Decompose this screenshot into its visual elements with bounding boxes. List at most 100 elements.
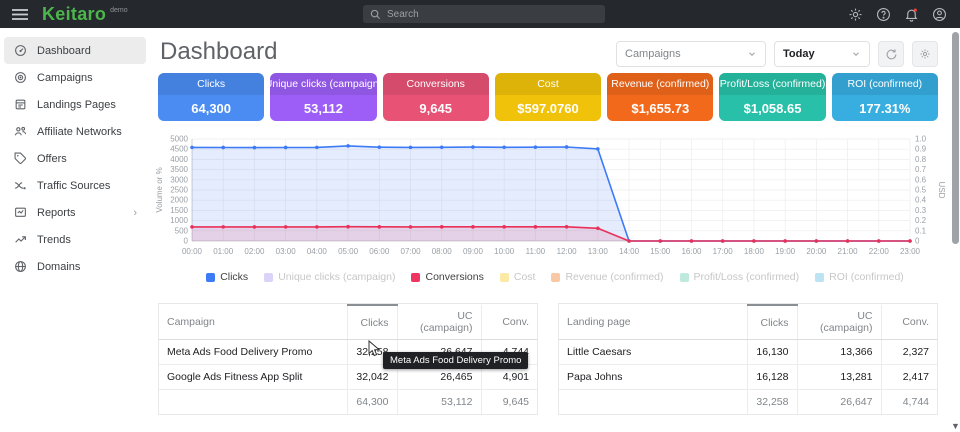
search-input[interactable] [387,9,587,20]
totals-row: 32,258 26,647 4,744 [559,390,937,415]
chevron-down-icon [851,49,861,59]
svg-text:0.1: 0.1 [915,226,927,235]
svg-text:500: 500 [175,226,189,235]
sidebar-item-dashboard[interactable]: Dashboard [4,37,146,64]
column-header-clicks[interactable]: Clicks [347,305,397,340]
legend-item[interactable]: Cost [500,271,536,283]
campaigns-filter-value: Campaigns [625,48,681,60]
svg-text:10:00: 10:00 [494,247,515,256]
page-scrollbar: ▼ [950,28,960,432]
scrollbar-thumb[interactable] [952,32,959,244]
sidebar-item-label: Affiliate Networks [37,126,122,138]
svg-text:07:00: 07:00 [401,247,422,256]
legend-item[interactable]: Profit/Loss (confirmed) [680,271,800,283]
metric-card-clicks: Clicks 64,300 [158,73,264,121]
hover-tooltip: Meta Ads Food Delivery Promo [383,352,528,369]
scroll-down-arrow[interactable]: ▼ [951,421,959,431]
svg-text:0.5: 0.5 [915,186,927,195]
svg-text:01:00: 01:00 [213,247,234,256]
refresh-button[interactable] [878,41,904,67]
account-icon[interactable] [932,7,947,22]
cell-uc: 13,281 [797,365,881,390]
metric-card-conversions: Conversions 9,645 [383,73,489,121]
metric-label: Cost [495,73,601,95]
svg-text:20:00: 20:00 [806,247,827,256]
gear-icon [919,48,931,60]
sidebar-item-affiliate-networks[interactable]: Affiliate Networks [4,118,146,145]
notifications-icon[interactable] [904,7,919,22]
svg-text:18:00: 18:00 [744,247,765,256]
menu-icon[interactable] [12,8,28,21]
column-header-conv[interactable]: Conv. [481,305,537,340]
landing-page-name[interactable]: Papa Johns [559,365,747,390]
keitaro-logo[interactable]: Keitaro [42,4,106,25]
svg-text:03:00: 03:00 [276,247,297,256]
column-header-campaign[interactable]: Campaign [159,305,347,340]
legend-item[interactable]: Revenue (confirmed) [551,271,663,283]
legend-item[interactable]: Clicks [206,271,248,283]
metric-cards: Clicks 64,300 Unique clicks (campaign) 5… [158,73,938,121]
sidebar-item-offers[interactable]: Offers [4,145,146,172]
campaigns-filter-select[interactable]: Campaigns [616,41,766,67]
settings-icon[interactable] [848,7,863,22]
sidebar-item-traffic-sources[interactable]: Traffic Sources [4,172,146,199]
column-header-uc-campaign[interactable]: UC (campaign) [797,305,881,340]
sidebar-item-domains[interactable]: Domains [4,253,146,280]
total-uc: 26,647 [797,390,881,415]
column-header-clicks[interactable]: Clicks [747,305,797,340]
target-icon [13,71,27,84]
main-content: Dashboard Campaigns Today Clicks 64,300 [150,28,960,432]
svg-text:15:00: 15:00 [650,247,671,256]
sidebar-item-label: Offers [37,153,67,165]
svg-text:2500: 2500 [170,186,188,195]
svg-text:4000: 4000 [170,155,188,164]
total-clicks: 32,258 [747,390,797,415]
sidebar-item-reports[interactable]: Reports › [4,199,146,226]
search-bar[interactable] [363,5,605,23]
svg-text:12:00: 12:00 [557,247,578,256]
metric-label: Revenue (confirmed) [607,73,713,95]
search-icon [370,9,381,20]
legend-item[interactable]: ROI (confirmed) [815,271,904,283]
date-range-value: Today [783,48,815,60]
svg-text:04:00: 04:00 [307,247,328,256]
sidebar-item-trends[interactable]: Trends [4,226,146,253]
svg-text:1000: 1000 [170,216,188,225]
dashboard-settings-button[interactable] [912,41,938,67]
date-range-select[interactable]: Today [774,41,870,67]
sidebar: Dashboard Campaigns Landings Pages Affil… [0,28,150,432]
legend-item[interactable]: Conversions [411,271,483,283]
svg-text:13:00: 13:00 [588,247,609,256]
gauge-icon [13,44,27,57]
metric-label: Unique clicks (campaign) [270,73,376,95]
total-conv: 4,744 [881,390,937,415]
svg-text:1.0: 1.0 [915,135,927,144]
column-header-uc-campaign[interactable]: UC (campaign) [397,305,481,340]
traffic-chart: 00:0001:0002:0003:0004:0005:0006:0007:00… [152,129,946,259]
metric-label: ROI (confirmed) [832,73,938,95]
legend-label: Profit/Loss (confirmed) [694,271,800,283]
campaign-name[interactable]: Meta Ads Food Delivery Promo [159,340,347,365]
svg-text:USD: USD [937,182,946,199]
sidebar-item-label: Trends [37,234,71,246]
legend-item[interactable]: Unique clicks (campaign) [264,271,395,283]
demo-badge: demo [110,7,128,14]
sidebar-item-landings-pages[interactable]: Landings Pages [4,91,146,118]
table-row: Little Caesars 16,130 13,366 2,327 [559,340,937,365]
landing-page-name[interactable]: Little Caesars [559,340,747,365]
document-icon [13,98,27,111]
sidebar-item-campaigns[interactable]: Campaigns [4,64,146,91]
svg-text:14:00: 14:00 [619,247,640,256]
column-header-landing-page[interactable]: Landing page [559,305,747,340]
svg-text:1500: 1500 [170,206,188,215]
legend-swatch [264,273,273,282]
svg-text:05:00: 05:00 [338,247,359,256]
column-header-conv[interactable]: Conv. [881,305,937,340]
metric-card-revenue: Revenue (confirmed) $1,655.73 [607,73,713,121]
sidebar-item-label: Campaigns [37,72,93,84]
help-icon[interactable] [876,7,891,22]
mouse-cursor [368,340,381,357]
legend-swatch [206,273,215,282]
svg-text:09:00: 09:00 [463,247,484,256]
campaign-name[interactable]: Google Ads Fitness App Split [159,365,347,390]
